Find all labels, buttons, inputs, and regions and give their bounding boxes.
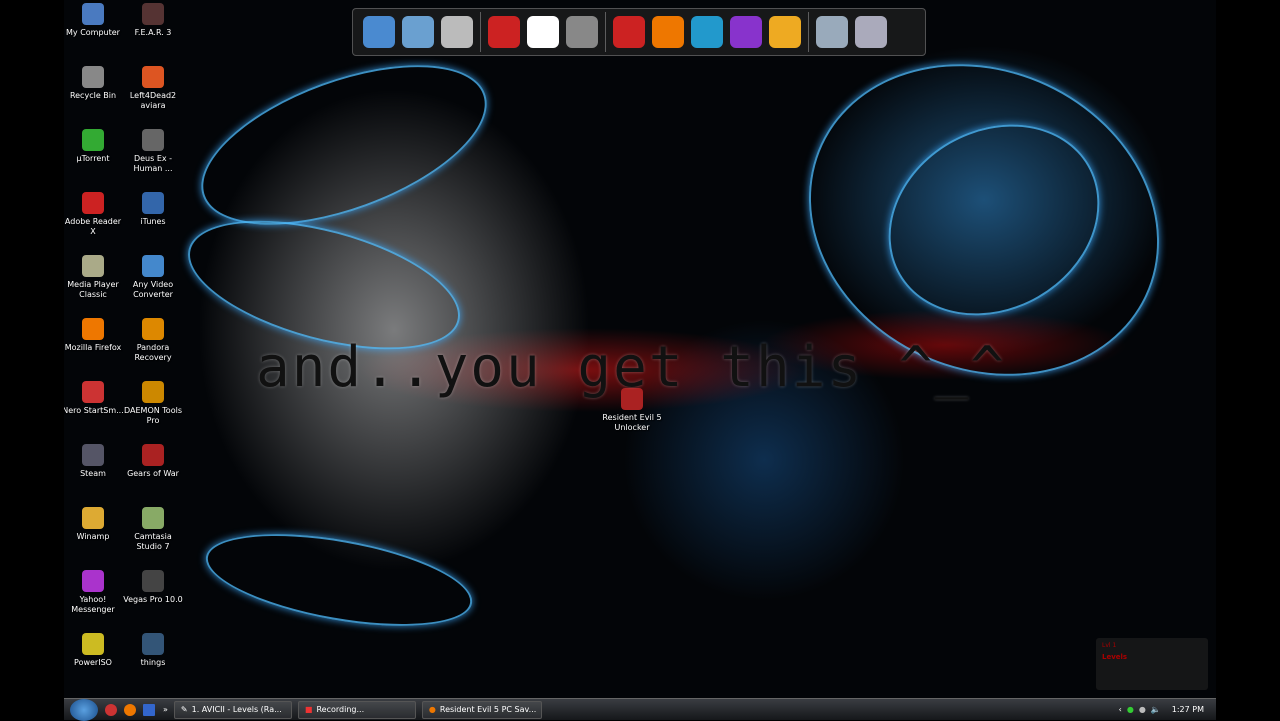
skype-icon[interactable] (691, 16, 723, 48)
app-icon (142, 66, 164, 88)
recycle-bin-icon[interactable] (816, 16, 848, 48)
media-icon: ✎ (180, 705, 188, 714)
desktop-icon-yahoo-messenger[interactable]: Yahoo! Messenger (64, 570, 124, 615)
app-icon (82, 3, 104, 25)
app-icon (142, 570, 164, 592)
app-icon (142, 129, 164, 151)
computer-icon[interactable] (363, 16, 395, 48)
desktop-icon-f-e-a-r-3[interactable]: F.E.A.R. 3 (122, 3, 184, 38)
task-recording[interactable]: ■ Recording... (297, 700, 416, 719)
firefox-icon: ● (428, 705, 436, 714)
desktop-icon-pandora-recovery[interactable]: Pandora Recovery (122, 318, 184, 363)
app-icon (82, 318, 104, 340)
desktop-icon-recycle-bin[interactable]: Recycle Bin (64, 66, 124, 101)
desktop-icon-daemon-tools-pro[interactable]: DAEMON Tools Pro (122, 381, 184, 426)
desktop-icon-left4dead2-aviara[interactable]: Left4Dead2 aviara (122, 66, 184, 111)
app-icon (82, 633, 104, 655)
desktop-icon-my-computer[interactable]: My Computer (64, 3, 124, 38)
app-icon (82, 192, 104, 214)
desktop-icon-deus-ex-human-[interactable]: Deus Ex - Human ... (122, 129, 184, 174)
show-desktop-icon[interactable] (143, 703, 155, 716)
app-icon (82, 570, 104, 592)
app-icon (82, 66, 104, 88)
app-icon (142, 507, 164, 529)
winamp-icon[interactable] (769, 16, 801, 48)
system-tray: ‹ ● ● 🔈 1:27 PM (1119, 705, 1216, 714)
gears-of-war-icon[interactable] (488, 16, 520, 48)
desktop-icon-gears-of-war[interactable]: Gears of War (122, 444, 184, 479)
app-icon (142, 633, 164, 655)
desktop-icon--torrent[interactable]: µTorrent (64, 129, 124, 164)
dock-separator (808, 12, 809, 52)
messenger-icon[interactable]: ● (1139, 705, 1146, 714)
desktop-icon-media-player-classic[interactable]: Media Player Classic (64, 255, 124, 300)
app-icon (142, 255, 164, 277)
desktop-icon-any-video-converter[interactable]: Any Video Converter (122, 255, 184, 300)
tray-expand-icon[interactable]: ‹ (1119, 705, 1122, 714)
app-icon (82, 507, 104, 529)
app-icon (142, 318, 164, 340)
start-button[interactable] (70, 698, 98, 721)
overlay-caption: and..you get this ^_^ (256, 335, 1007, 400)
chevron-icon[interactable]: » (163, 705, 168, 714)
dock (352, 8, 926, 56)
taskbar: » ✎ 1. AVICII - Levels (Ra... ■ Recording.… (64, 698, 1216, 721)
drive-icon[interactable] (441, 16, 473, 48)
firefox-icon[interactable] (124, 703, 136, 716)
steam-icon[interactable] (566, 16, 598, 48)
wallpaper-swirl (199, 517, 479, 643)
desktop-icon-poweriso[interactable]: PowerISO (64, 633, 124, 668)
volume-icon[interactable]: 🔈 (1151, 705, 1161, 714)
desktop-icon-steam[interactable]: Steam (64, 444, 124, 479)
desktop-icon-vegas-pro-10-0[interactable]: Vegas Pro 10.0 (122, 570, 184, 605)
desktop-icon-nero-startsm-[interactable]: Nero StartSm... (64, 381, 124, 416)
network-icon[interactable] (402, 16, 434, 48)
record-icon: ■ (304, 705, 313, 714)
app-icon (142, 381, 164, 403)
app-icon (82, 255, 104, 277)
settings-icon[interactable] (855, 16, 887, 48)
quicklaunch-icon[interactable] (105, 703, 117, 716)
app-icon (142, 192, 164, 214)
app-icon (142, 444, 164, 466)
clock[interactable]: 1:27 PM (1172, 705, 1204, 714)
need-for-speed-icon[interactable] (527, 16, 559, 48)
desktop-icon-camtasia-studio-7[interactable]: Camtasia Studio 7 (122, 507, 184, 552)
desktop-icon-mozilla-firefox[interactable]: Mozilla Firefox (64, 318, 124, 353)
app-icon (82, 381, 104, 403)
desktop-icon-winamp[interactable]: Winamp (64, 507, 124, 542)
app-icon (82, 129, 104, 151)
desktop-gadget: Lvl 1 Levels (1096, 638, 1208, 690)
app-icon (142, 3, 164, 25)
task-avicii[interactable]: ✎ 1. AVICII - Levels (Ra... (173, 700, 292, 719)
desktop-icon-adobe-reader-x[interactable]: Adobe Reader X (64, 192, 124, 237)
desktop-icon-itunes[interactable]: iTunes (122, 192, 184, 227)
firefox-icon[interactable] (652, 16, 684, 48)
app-icon (82, 444, 104, 466)
dock-separator (480, 12, 481, 52)
yahoo-messenger-icon[interactable] (730, 16, 762, 48)
task-resident-evil[interactable]: ● Resident Evil 5 PC Sav... (421, 700, 542, 719)
youtube-icon[interactable] (613, 16, 645, 48)
utorrent-icon[interactable]: ● (1127, 705, 1134, 714)
dock-separator (605, 12, 606, 52)
desktop-icon-things[interactable]: things (122, 633, 184, 668)
